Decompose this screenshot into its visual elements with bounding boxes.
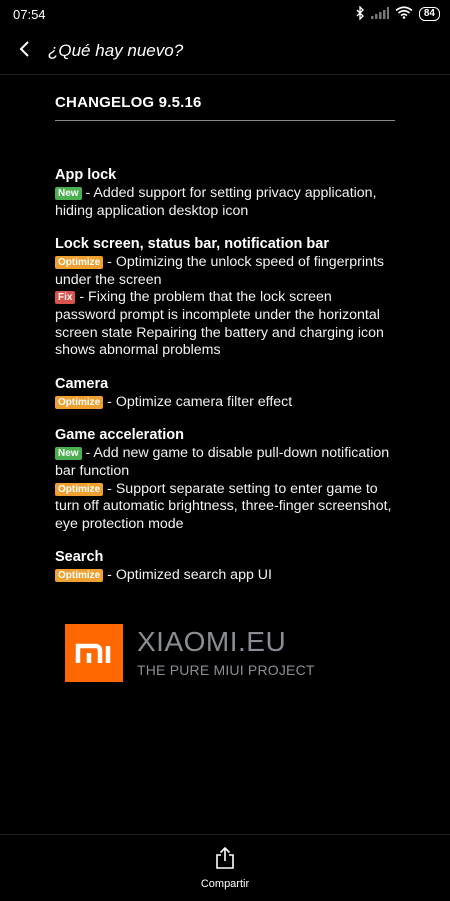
changelog-entry: Fix - Fixing the problem that the lock s… bbox=[55, 289, 395, 359]
signal-icon bbox=[370, 6, 389, 22]
section-title: Search bbox=[55, 549, 104, 566]
app-bar: ¿Qué hay nuevo? bbox=[0, 28, 450, 75]
share-button[interactable]: Compartir bbox=[200, 846, 250, 890]
changelog-entry: Optimize - Optimize camera filter effect bbox=[55, 394, 395, 412]
new-badge: New bbox=[55, 447, 82, 461]
section-title: Lock screen, status bar, notification ba… bbox=[55, 236, 329, 253]
bluetooth-icon bbox=[355, 4, 365, 23]
section-game-acceleration: Game acceleration New - Add new game to … bbox=[55, 426, 395, 533]
clock: 07:54 bbox=[13, 6, 46, 22]
mi-logo-icon bbox=[65, 624, 123, 682]
battery-indicator: 84 bbox=[418, 7, 440, 21]
bottom-bar: Compartir bbox=[0, 834, 450, 901]
entry-text: - Optimized search app UI bbox=[103, 567, 272, 584]
page-title: ¿Qué hay nuevo? bbox=[48, 41, 184, 60]
entry-text: - Optimize camera filter effect bbox=[103, 393, 293, 410]
optimize-badge: Optimize bbox=[55, 569, 104, 583]
new-badge: New bbox=[55, 187, 82, 200]
changelog-entry: Optimize - Support separate setting to e… bbox=[55, 481, 395, 534]
changelog-content: CHANGELOG 9.5.16 App lock New - Added su… bbox=[55, 94, 395, 600]
fix-badge: Fix bbox=[55, 291, 76, 305]
section-search: Search Optimize - Optimized search app U… bbox=[55, 548, 395, 585]
logo-tagline: THE PURE MIUI PROJECT bbox=[137, 662, 315, 678]
share-label: Compartir bbox=[200, 877, 250, 890]
section-title: App lock bbox=[55, 167, 117, 183]
back-button[interactable] bbox=[2, 28, 48, 74]
status-icons: 84 bbox=[355, 4, 440, 23]
entry-text: - Fixing the problem that the lock scree… bbox=[55, 289, 384, 359]
changelog-entry: New - Add new game to disable pull-down … bbox=[55, 445, 395, 480]
section-lock-screen: Lock screen, status bar, notification ba… bbox=[55, 235, 395, 360]
section-title: Camera bbox=[55, 375, 109, 392]
section-app-lock: App lock New - Added support for setting… bbox=[55, 166, 395, 220]
optimize-badge: Optimize bbox=[55, 482, 104, 496]
share-icon bbox=[215, 846, 235, 874]
back-arrow-icon bbox=[18, 40, 32, 63]
entry-text: - Added support for setting privacy appl… bbox=[55, 185, 377, 219]
wifi-icon bbox=[395, 6, 413, 22]
changelog-title: CHANGELOG 9.5.16 bbox=[55, 94, 395, 121]
changelog-entry: New - Added support for setting privacy … bbox=[55, 185, 395, 220]
optimize-badge: Optimize bbox=[55, 256, 104, 270]
section-camera: Camera Optimize - Optimize camera filter… bbox=[55, 375, 395, 412]
status-bar: 07:54 84 bbox=[0, 0, 450, 28]
changelog-entry: Optimize - Optimized search app UI bbox=[55, 567, 395, 585]
logo-name: XIAOMI.EU bbox=[137, 626, 287, 657]
entry-text: - Optimizing the unlock speed of fingerp… bbox=[55, 254, 384, 288]
changelog-entry: Optimize - Optimizing the unlock speed o… bbox=[55, 254, 395, 289]
xiaomi-eu-logo: XIAOMI.EU THE PURE MIUI PROJECT bbox=[65, 624, 315, 682]
entry-text: - Support separate setting to enter game… bbox=[55, 480, 392, 532]
optimize-badge: Optimize bbox=[55, 395, 104, 409]
entry-text: - Add new game to disable pull-down noti… bbox=[55, 445, 390, 479]
section-title: Game acceleration bbox=[55, 427, 184, 444]
